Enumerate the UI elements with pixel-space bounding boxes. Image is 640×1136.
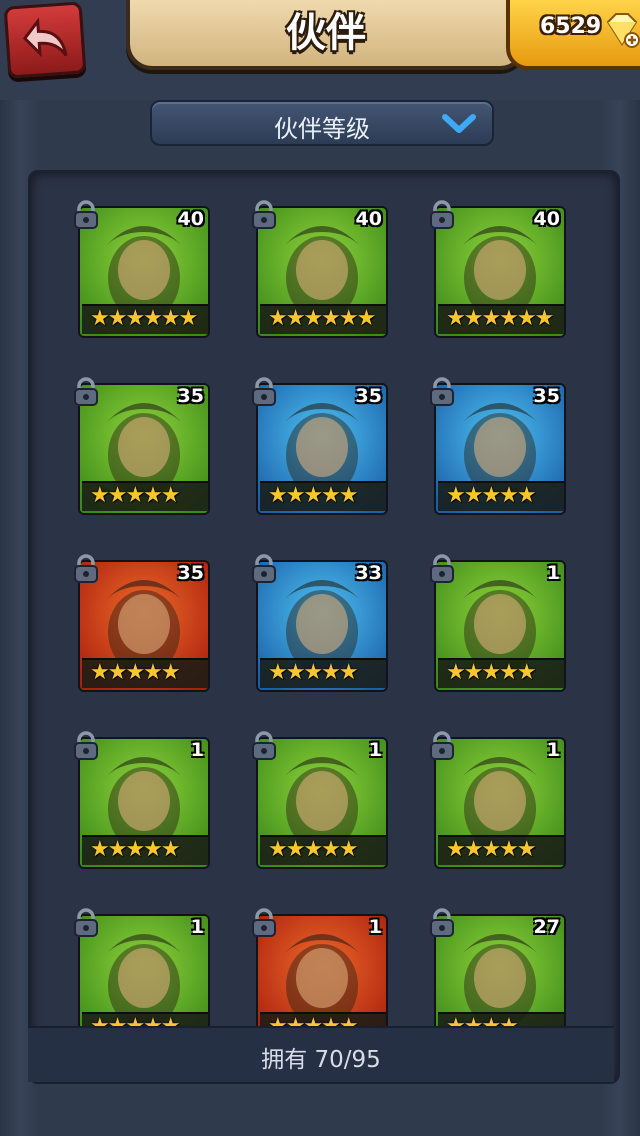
star-rating: ★★★★★: [268, 660, 359, 685]
star-rating-bar: ★★★★★★: [260, 304, 386, 334]
companion-level: 1: [546, 562, 560, 584]
companion-level: 35: [177, 562, 204, 584]
gem-count: 6529: [540, 14, 602, 39]
owned-count-bar: 拥有 70/95: [28, 1026, 614, 1082]
star-rating: ★★★★★: [446, 837, 537, 862]
back-arrow-icon: [22, 17, 68, 58]
companion-level: 27: [533, 916, 560, 938]
companion-level: 35: [177, 385, 204, 407]
lock-icon: [74, 731, 98, 760]
lock-icon: [74, 377, 98, 406]
sort-dropdown-label: 伙伴等级: [274, 115, 370, 143]
companion-card[interactable]: ★★★★★ 1: [74, 731, 210, 869]
companion-card[interactable]: ★★★★★★ 40: [430, 200, 566, 338]
lock-icon: [252, 200, 276, 229]
companion-level: 1: [546, 739, 560, 761]
companion-level: 35: [355, 385, 382, 407]
companion-level: 1: [368, 916, 382, 938]
star-rating: ★★★★★: [268, 483, 359, 508]
star-rating-bar: ★★★★★: [260, 658, 386, 688]
companion-card[interactable]: ★★★★★ 1: [430, 731, 566, 869]
lock-icon: [74, 908, 98, 937]
companion-card[interactable]: ★★★★★ 35: [74, 377, 210, 515]
star-rating-bar: ★★★★★★: [82, 304, 208, 334]
companion-level: 40: [533, 208, 560, 230]
lock-icon: [252, 554, 276, 583]
companion-level: 33: [355, 562, 382, 584]
companion-level: 40: [355, 208, 382, 230]
star-rating-bar: ★★★★★★: [438, 304, 564, 334]
lock-icon: [430, 908, 454, 937]
companion-level: 1: [368, 739, 382, 761]
chevron-down-icon: [442, 114, 476, 133]
lock-icon: [430, 377, 454, 406]
companion-card[interactable]: ★★★★★★ 40: [252, 200, 388, 338]
companion-card[interactable]: ★★★★★1: [252, 908, 388, 1046]
companion-level: 40: [177, 208, 204, 230]
star-rating-bar: ★★★★★: [82, 658, 208, 688]
companion-level: 1: [190, 916, 204, 938]
lock-icon: [252, 908, 276, 937]
star-rating: ★★★★★★: [446, 306, 554, 331]
star-rating: ★★★★★: [446, 483, 537, 508]
sort-dropdown[interactable]: 伙伴等级: [150, 100, 494, 146]
companion-card[interactable]: ★★★★27: [430, 908, 566, 1046]
star-rating: ★★★★★★: [90, 306, 198, 331]
lock-icon: [430, 554, 454, 583]
star-rating: ★★★★★: [446, 660, 537, 685]
star-rating-bar: ★★★★★: [438, 481, 564, 511]
star-rating: ★★★★★★: [268, 306, 376, 331]
companion-card[interactable]: ★★★★★ 33: [252, 554, 388, 692]
owned-count: 拥有 70/95: [261, 1047, 381, 1073]
back-button[interactable]: [3, 1, 87, 79]
companion-card[interactable]: ★★★★★ 35: [252, 377, 388, 515]
star-rating-bar: ★★★★★: [438, 835, 564, 865]
companion-card[interactable]: ★★★★★★ 40: [74, 200, 210, 338]
page-title: 伙伴: [286, 10, 366, 56]
lock-icon: [74, 200, 98, 229]
star-rating-bar: ★★★★★: [260, 835, 386, 865]
companion-level: 35: [533, 385, 560, 407]
star-rating: ★★★★★: [90, 660, 181, 685]
star-rating: ★★★★★: [268, 837, 359, 862]
star-rating-bar: ★★★★★: [438, 658, 564, 688]
star-rating-bar: ★★★★★: [260, 481, 386, 511]
companion-card[interactable]: ★★★★★ 35: [74, 554, 210, 692]
lock-icon: [252, 731, 276, 760]
star-rating: ★★★★★: [90, 483, 181, 508]
title-plate: 伙伴: [126, 0, 526, 70]
lock-icon: [430, 731, 454, 760]
star-rating: ★★★★★: [90, 837, 181, 862]
gem-counter[interactable]: 6529: [506, 0, 640, 70]
lock-icon: [74, 554, 98, 583]
diamond-icon: [606, 13, 640, 48]
star-rating-bar: ★★★★★: [82, 481, 208, 511]
companion-card[interactable]: ★★★★★ 1: [430, 554, 566, 692]
companion-level: 1: [190, 739, 204, 761]
companion-card[interactable]: ★★★★★ 35: [430, 377, 566, 515]
star-rating-bar: ★★★★★: [82, 835, 208, 865]
companion-card[interactable]: ★★★★★ 1: [252, 731, 388, 869]
lock-icon: [252, 377, 276, 406]
companion-card[interactable]: ★★★★★1: [74, 908, 210, 1046]
lock-icon: [430, 200, 454, 229]
